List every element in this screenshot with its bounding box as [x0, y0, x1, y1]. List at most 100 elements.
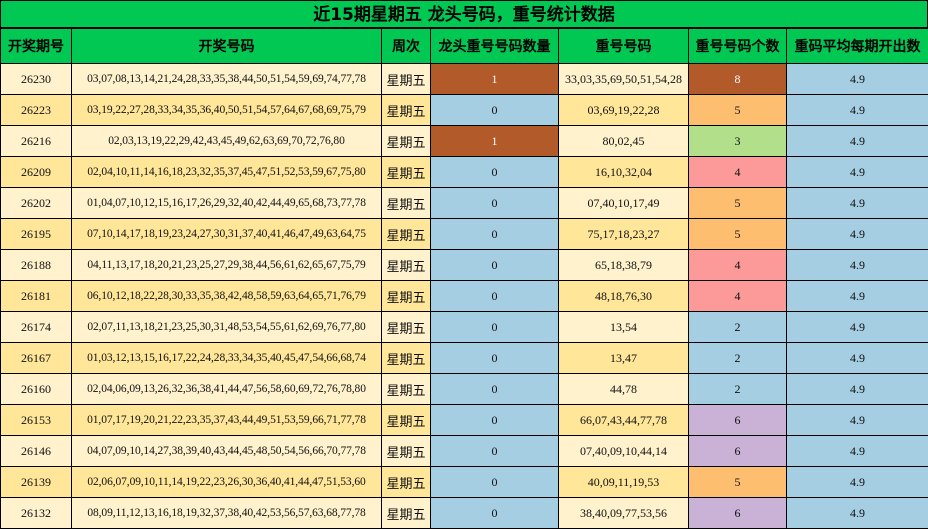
cell-dragon-count: 0 — [431, 157, 559, 188]
cell-weekday: 星期五 — [382, 219, 431, 250]
header-repeat-count: 重号号码个数 — [689, 29, 787, 64]
cell-repeat-count: 5 — [689, 467, 787, 498]
cell-weekday: 星期五 — [382, 405, 431, 436]
cell-issue: 26153 — [1, 405, 72, 436]
cell-avg: 4.9 — [787, 188, 928, 219]
cell-weekday: 星期五 — [382, 467, 431, 498]
cell-draw-numbers: 08,09,11,12,13,16,18,19,32,37,38,40,42,5… — [72, 498, 382, 529]
table-row: 2623003,07,08,13,14,21,24,28,33,35,38,44… — [1, 64, 928, 95]
cell-avg: 4.9 — [787, 281, 928, 312]
cell-repeat-numbers: 65,18,38,79 — [559, 250, 689, 281]
table-body: 2623003,07,08,13,14,21,24,28,33,35,38,44… — [1, 64, 928, 529]
cell-weekday: 星期五 — [382, 343, 431, 374]
cell-dragon-count: 1 — [431, 64, 559, 95]
cell-avg: 4.9 — [787, 374, 928, 405]
cell-weekday: 星期五 — [382, 281, 431, 312]
cell-draw-numbers: 02,04,10,11,14,16,18,23,32,35,37,45,47,5… — [72, 157, 382, 188]
cell-avg: 4.9 — [787, 405, 928, 436]
cell-draw-numbers: 02,07,11,13,18,21,23,25,30,31,48,53,54,5… — [72, 312, 382, 343]
cell-issue: 26167 — [1, 343, 72, 374]
cell-repeat-numbers: 44,78 — [559, 374, 689, 405]
table-row: 2613902,06,07,09,10,11,14,19,22,23,26,30… — [1, 467, 928, 498]
table-row: 2617402,07,11,13,18,21,23,25,30,31,48,53… — [1, 312, 928, 343]
cell-repeat-count: 4 — [689, 281, 787, 312]
cell-repeat-numbers: 75,17,18,23,27 — [559, 219, 689, 250]
cell-draw-numbers: 07,10,14,17,18,19,23,24,27,30,31,37,40,4… — [72, 219, 382, 250]
cell-repeat-count: 3 — [689, 126, 787, 157]
table-row: 2620902,04,10,11,14,16,18,23,32,35,37,45… — [1, 157, 928, 188]
cell-repeat-count: 2 — [689, 312, 787, 343]
cell-dragon-count: 1 — [431, 126, 559, 157]
cell-repeat-numbers: 48,18,76,30 — [559, 281, 689, 312]
cell-weekday: 星期五 — [382, 95, 431, 126]
sheet-title: 近15期星期五 龙头号码，重号统计数据 — [0, 0, 928, 28]
cell-dragon-count: 0 — [431, 405, 559, 436]
cell-repeat-numbers: 13,54 — [559, 312, 689, 343]
cell-repeat-numbers: 80,02,45 — [559, 126, 689, 157]
cell-avg: 4.9 — [787, 436, 928, 467]
cell-issue: 26216 — [1, 126, 72, 157]
table-row: 2614604,07,09,10,14,27,38,39,40,43,44,45… — [1, 436, 928, 467]
cell-repeat-numbers: 40,09,11,19,53 — [559, 467, 689, 498]
stats-table: 开奖期号 开奖号码 周次 龙头重号号码数量 重号号码 重号号码个数 重码平均每期… — [0, 28, 928, 529]
cell-repeat-count: 4 — [689, 250, 787, 281]
cell-draw-numbers: 03,07,08,13,14,21,24,28,33,35,38,44,50,5… — [72, 64, 382, 95]
cell-weekday: 星期五 — [382, 312, 431, 343]
cell-weekday: 星期五 — [382, 498, 431, 529]
cell-draw-numbers: 03,19,22,27,28,33,34,35,36,40,50,51,54,5… — [72, 95, 382, 126]
cell-repeat-count: 4 — [689, 157, 787, 188]
cell-repeat-count: 6 — [689, 436, 787, 467]
cell-repeat-numbers: 07,40,10,17,49 — [559, 188, 689, 219]
cell-dragon-count: 0 — [431, 281, 559, 312]
cell-avg: 4.9 — [787, 219, 928, 250]
cell-dragon-count: 0 — [431, 374, 559, 405]
cell-repeat-numbers: 33,03,35,69,50,51,54,28 — [559, 64, 689, 95]
cell-draw-numbers: 02,06,07,09,10,11,14,19,22,23,26,30,36,4… — [72, 467, 382, 498]
header-issue: 开奖期号 — [1, 29, 72, 64]
cell-issue: 26174 — [1, 312, 72, 343]
header-weekday: 周次 — [382, 29, 431, 64]
cell-issue: 26202 — [1, 188, 72, 219]
cell-issue: 26181 — [1, 281, 72, 312]
table-row: 2622303,19,22,27,28,33,34,35,36,40,50,51… — [1, 95, 928, 126]
cell-repeat-numbers: 03,69,19,22,28 — [559, 95, 689, 126]
cell-draw-numbers: 02,04,06,09,13,26,32,36,38,41,44,47,56,5… — [72, 374, 382, 405]
cell-repeat-count: 8 — [689, 64, 787, 95]
cell-dragon-count: 0 — [431, 498, 559, 529]
cell-weekday: 星期五 — [382, 374, 431, 405]
table-row: 2620201,04,07,10,12,15,16,17,26,29,32,40… — [1, 188, 928, 219]
table-row: 2618804,11,13,17,18,20,21,23,25,27,29,38… — [1, 250, 928, 281]
cell-issue: 26195 — [1, 219, 72, 250]
table-header: 开奖期号 开奖号码 周次 龙头重号号码数量 重号号码 重号号码个数 重码平均每期… — [1, 29, 928, 64]
table-row: 2618106,10,12,18,22,28,30,33,35,38,42,48… — [1, 281, 928, 312]
cell-draw-numbers: 02,03,13,19,22,29,42,43,45,49,62,63,69,7… — [72, 126, 382, 157]
stats-sheet: 近15期星期五 龙头号码，重号统计数据 开奖期号 开奖号码 周次 龙头重号号码数… — [0, 0, 928, 528]
cell-dragon-count: 0 — [431, 467, 559, 498]
cell-dragon-count: 0 — [431, 343, 559, 374]
cell-repeat-count: 2 — [689, 343, 787, 374]
cell-avg: 4.9 — [787, 312, 928, 343]
table-row: 2619507,10,14,17,18,19,23,24,27,30,31,37… — [1, 219, 928, 250]
table-row: 2613208,09,11,12,13,16,18,19,32,37,38,40… — [1, 498, 928, 529]
cell-dragon-count: 0 — [431, 312, 559, 343]
table-row: 2621602,03,13,19,22,29,42,43,45,49,62,63… — [1, 126, 928, 157]
cell-repeat-count: 5 — [689, 188, 787, 219]
cell-dragon-count: 0 — [431, 250, 559, 281]
cell-draw-numbers: 01,07,17,19,20,21,22,23,35,37,43,44,49,5… — [72, 405, 382, 436]
cell-issue: 26160 — [1, 374, 72, 405]
header-repeat-numbers: 重号号码 — [559, 29, 689, 64]
cell-repeat-count: 5 — [689, 219, 787, 250]
cell-avg: 4.9 — [787, 126, 928, 157]
cell-issue: 26146 — [1, 436, 72, 467]
cell-issue: 26132 — [1, 498, 72, 529]
cell-repeat-numbers: 66,07,43,44,77,78 — [559, 405, 689, 436]
cell-dragon-count: 0 — [431, 219, 559, 250]
cell-issue: 26209 — [1, 157, 72, 188]
cell-weekday: 星期五 — [382, 188, 431, 219]
header-avg: 重码平均每期开出数 — [787, 29, 928, 64]
cell-draw-numbers: 04,07,09,10,14,27,38,39,40,43,44,45,48,5… — [72, 436, 382, 467]
cell-repeat-count: 6 — [689, 498, 787, 529]
cell-issue: 26230 — [1, 64, 72, 95]
cell-avg: 4.9 — [787, 95, 928, 126]
cell-repeat-count: 6 — [689, 405, 787, 436]
